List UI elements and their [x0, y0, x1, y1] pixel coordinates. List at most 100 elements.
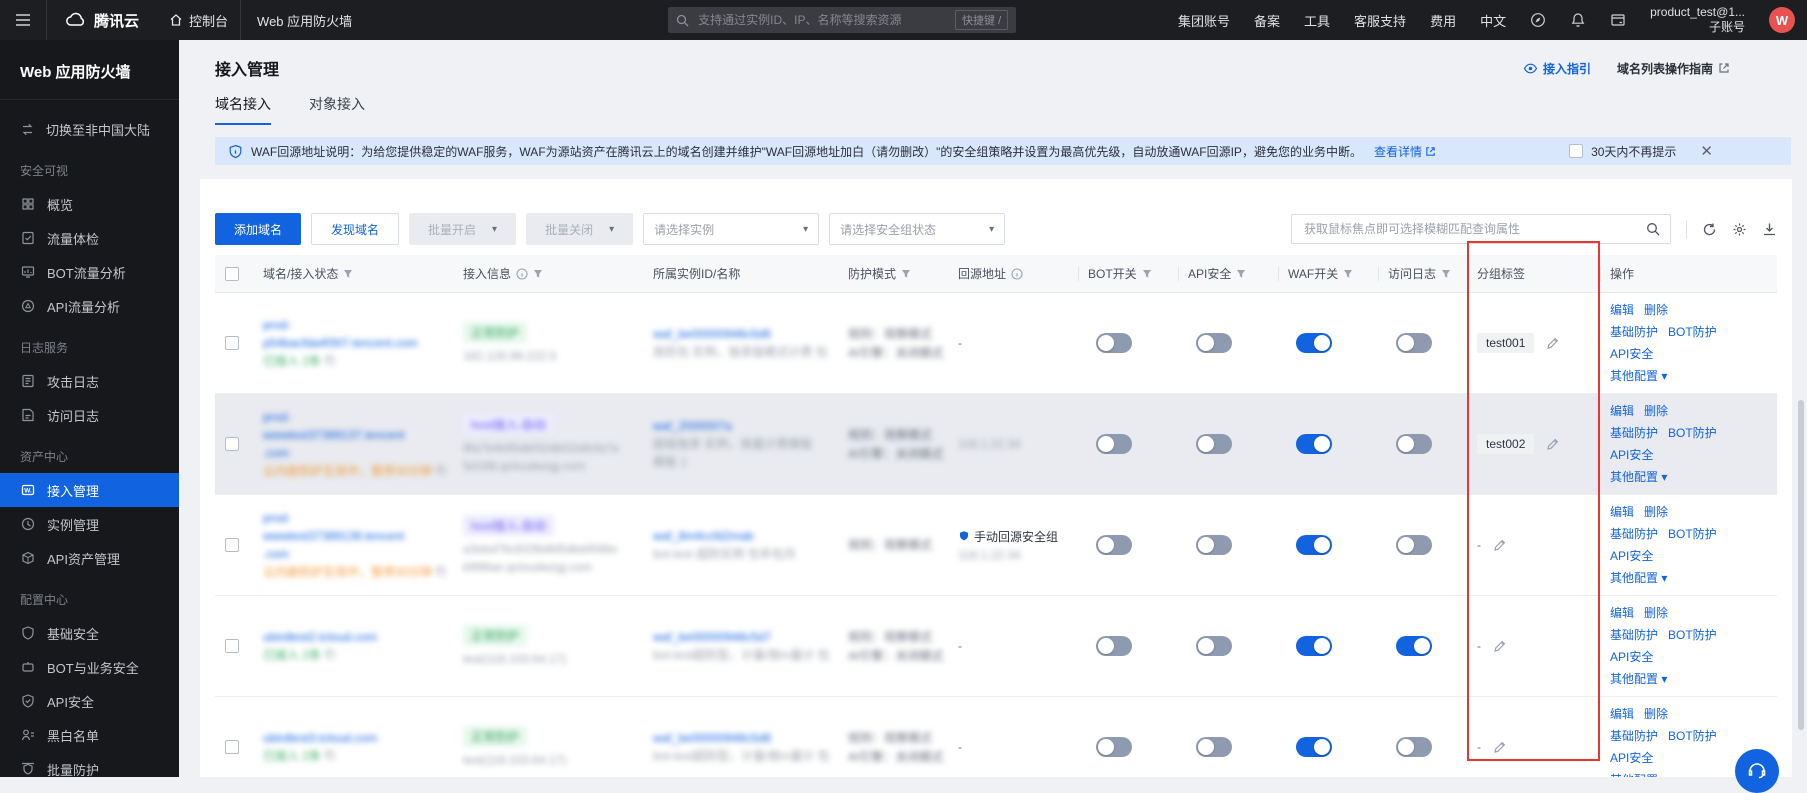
support-compass-icon[interactable] [1530, 12, 1546, 28]
waf-toggle[interactable] [1296, 434, 1332, 454]
info-icon[interactable] [1011, 268, 1023, 280]
action-link[interactable]: 基础防护 [1610, 628, 1658, 642]
api-security-toggle[interactable] [1196, 636, 1232, 656]
row-checkbox[interactable] [225, 336, 239, 350]
refresh-icon[interactable] [1702, 222, 1717, 237]
domain-link[interactable]: wwwtest37389137.tencent [263, 428, 404, 443]
edit-tag-icon[interactable] [1546, 438, 1559, 451]
action-link[interactable]: BOT防护 [1668, 527, 1717, 541]
sidebar-item-basic-security[interactable]: 基础安全 [0, 616, 179, 650]
access-guide-link[interactable]: 接入指引 [1523, 60, 1591, 77]
bot-toggle[interactable] [1096, 434, 1132, 454]
instance-select[interactable]: 请选择实例 ▾ [643, 213, 819, 245]
close-icon[interactable]: ✕ [1700, 144, 1713, 159]
instance-link[interactable]: waf_2000007a [653, 419, 732, 434]
sidebar-item-switch-region[interactable]: 切换至非中国大陆 [0, 112, 179, 146]
access-log-toggle[interactable] [1396, 737, 1432, 757]
action-link[interactable]: 其他配置 ▾ [1610, 571, 1667, 585]
customer-service-button[interactable] [1735, 749, 1779, 793]
row-checkbox[interactable] [225, 639, 239, 653]
action-link[interactable]: 其他配置 ▾ [1610, 369, 1667, 383]
sidebar-item-attack-log[interactable]: 攻击日志 [0, 364, 179, 398]
sidebar-item-bot-security[interactable]: BOT与业务安全 [0, 650, 179, 684]
action-link[interactable]: API安全 [1610, 347, 1653, 361]
gear-icon[interactable] [1732, 222, 1747, 237]
bot-toggle[interactable] [1096, 636, 1132, 656]
waf-toggle[interactable] [1296, 333, 1332, 353]
bot-toggle[interactable] [1096, 535, 1132, 555]
edit-tag-icon[interactable] [1493, 640, 1506, 653]
edit-tag-icon[interactable] [1493, 539, 1506, 552]
waf-toggle[interactable] [1296, 737, 1332, 757]
domain-link[interactable]: ubirdtest3.tcloud.com [263, 731, 377, 746]
domain-link[interactable]: prod- [263, 511, 291, 526]
action-link[interactable]: API安全 [1610, 549, 1653, 563]
banner-detail-link[interactable]: 查看详情 [1374, 143, 1436, 160]
action-link[interactable]: 基础防护 [1610, 527, 1658, 541]
console-link[interactable]: 控制台 [157, 11, 240, 30]
filter-icon[interactable] [1142, 269, 1152, 279]
tab-domain-access[interactable]: 域名接入 [215, 94, 271, 125]
vertical-scrollbar[interactable] [1798, 400, 1804, 730]
action-link[interactable]: API安全 [1610, 751, 1653, 765]
action-link[interactable]: BOT防护 [1668, 426, 1717, 440]
sidebar-item-overview[interactable]: 概览 [0, 187, 179, 221]
topbar-menu-item[interactable]: 费用 [1430, 11, 1456, 30]
filter-icon[interactable] [343, 269, 353, 279]
menu-icon[interactable] [0, 11, 46, 29]
sidebar-item-access-log[interactable]: 访问日志 [0, 398, 179, 432]
waf-toggle[interactable] [1296, 535, 1332, 555]
access-log-toggle[interactable] [1396, 535, 1432, 555]
action-link[interactable]: 编辑 [1610, 707, 1634, 721]
console-panel-icon[interactable] [1610, 12, 1626, 28]
instance-link[interactable]: waf_be00000948c5d8 [653, 731, 771, 746]
copy-icon[interactable] [325, 649, 335, 659]
domain-link[interactable]: prod- [263, 318, 291, 333]
api-security-toggle[interactable] [1196, 535, 1232, 555]
action-link[interactable]: 删除 [1644, 404, 1668, 418]
action-link[interactable]: 基础防护 [1610, 426, 1658, 440]
access-log-toggle[interactable] [1396, 333, 1432, 353]
domain-link[interactable]: ubirdtest2.tcloud.com [263, 630, 377, 645]
add-domain-button[interactable]: 添加域名 [215, 213, 301, 245]
sidebar-item-black-white-list[interactable]: 黑白名单 [0, 718, 179, 752]
instance-link[interactable]: waf_8m4ccfd2mab [653, 529, 754, 544]
api-security-toggle[interactable] [1196, 434, 1232, 454]
edit-tag-icon[interactable] [1546, 337, 1559, 350]
copy-icon[interactable] [436, 465, 446, 475]
action-link[interactable]: BOT防护 [1668, 628, 1717, 642]
api-security-toggle[interactable] [1196, 737, 1232, 757]
table-search-input[interactable] [1302, 221, 1646, 237]
action-link[interactable]: 编辑 [1610, 404, 1634, 418]
batch-off-dropdown[interactable]: 批量关闭 ▾ [526, 213, 633, 245]
instance-link[interactable]: waf_be00000948c5d7 [653, 630, 771, 645]
table-search[interactable] [1291, 214, 1671, 244]
topbar-menu-item[interactable]: 客服支持 [1354, 11, 1406, 30]
download-icon[interactable] [1762, 222, 1777, 237]
avatar[interactable]: W [1769, 7, 1795, 33]
access-log-toggle[interactable] [1396, 434, 1432, 454]
copy-icon[interactable] [325, 355, 335, 365]
topbar-menu-item[interactable]: 备案 [1254, 11, 1280, 30]
domain-list-manual-link[interactable]: 域名列表操作指南 [1617, 60, 1730, 77]
global-search[interactable]: 快捷键 / [668, 7, 1016, 33]
access-log-toggle[interactable] [1396, 636, 1432, 656]
filter-icon[interactable] [901, 269, 911, 279]
row-checkbox[interactable] [225, 538, 239, 552]
sidebar-item-traffic-check[interactable]: 流量体检 [0, 221, 179, 255]
sidebar-item-api-traffic[interactable]: API流量分析 [0, 289, 179, 323]
api-security-toggle[interactable] [1196, 333, 1232, 353]
action-link[interactable]: 删除 [1644, 505, 1668, 519]
bot-toggle[interactable] [1096, 333, 1132, 353]
row-checkbox[interactable] [225, 740, 239, 754]
topbar-menu-item[interactable]: 集团账号 [1178, 11, 1230, 30]
filter-icon[interactable] [1343, 269, 1353, 279]
action-link[interactable]: 删除 [1644, 707, 1668, 721]
discover-domain-button[interactable]: 发现域名 [311, 213, 399, 245]
domain-link[interactable]: p54bacfda4f307.tencent.com [263, 336, 418, 351]
waf-toggle[interactable] [1296, 636, 1332, 656]
copy-icon[interactable] [325, 750, 335, 760]
action-link[interactable]: BOT防护 [1668, 729, 1717, 743]
filter-icon[interactable] [1441, 269, 1451, 279]
sidebar-item-api-asset[interactable]: API资产管理 [0, 541, 179, 575]
